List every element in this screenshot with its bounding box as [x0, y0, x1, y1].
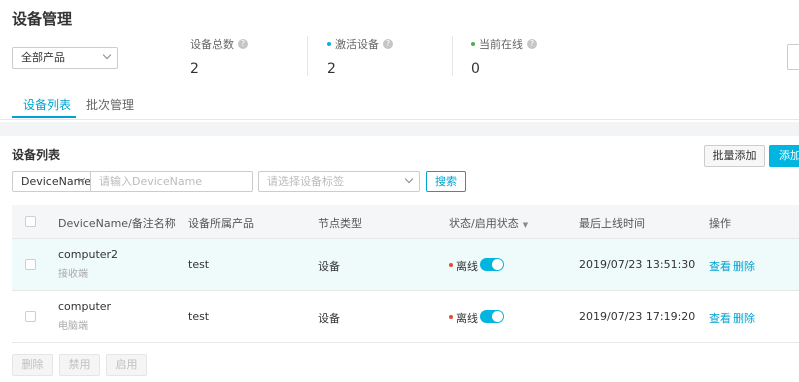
stat-label: 当前在线: [479, 38, 523, 51]
bulk-enable-button[interactable]: 启用: [106, 354, 147, 376]
page-title: 设备管理: [12, 10, 73, 28]
toggle-knob: [492, 259, 503, 270]
list-title: 设备列表: [12, 148, 61, 162]
overflow-button[interactable]: [787, 44, 799, 70]
delete-link[interactable]: 删除: [733, 310, 755, 326]
table-row: computer2 接收端 test 设备 离线 2019/07/23 13:5…: [12, 239, 799, 291]
device-remark: 电脑端: [58, 321, 88, 332]
stat-value: 0: [471, 61, 480, 77]
stat-label: 设备总数: [190, 38, 234, 51]
stat-active-devices: 激活设备 ? 2: [327, 36, 393, 77]
delete-link[interactable]: 删除: [733, 258, 755, 274]
status-dot: [471, 42, 475, 46]
product-filter-select[interactable]: 全部产品: [12, 47, 118, 69]
divider: [452, 36, 453, 76]
device-tag-select[interactable]: 请选择设备标签: [258, 171, 420, 192]
column-header-actions: 操作: [709, 217, 731, 230]
device-product: test: [188, 310, 210, 323]
bulk-delete-button[interactable]: 删除: [12, 354, 53, 376]
enable-toggle[interactable]: [480, 258, 504, 271]
column-header-status[interactable]: 状态/启用状态 ▼: [449, 215, 528, 231]
stat-value: 2: [190, 61, 199, 77]
divider: [307, 36, 308, 76]
device-name: computer: [58, 300, 112, 313]
batch-add-button[interactable]: 批量添加: [704, 145, 765, 167]
search-button[interactable]: 搜索: [426, 171, 466, 192]
view-link[interactable]: 查看: [709, 310, 731, 326]
column-header-status-label: 状态/启用状态: [449, 217, 519, 230]
chevron-down-icon: [404, 174, 414, 184]
device-product: test: [188, 258, 210, 271]
column-header-last-online: 最后上线时间: [579, 217, 645, 230]
stat-value: 2: [327, 61, 336, 77]
sort-down-icon: ▼: [522, 221, 529, 229]
last-online-time: 2019/07/23 13:51:30: [579, 258, 696, 271]
section-gap: [0, 122, 799, 136]
status-text: 离线: [456, 260, 478, 273]
column-header-product: 设备所属产品: [188, 217, 254, 230]
row-checkbox[interactable]: [25, 311, 36, 322]
offline-dot: [449, 263, 453, 267]
stat-label: 激活设备: [335, 38, 379, 51]
last-online-time: 2019/07/23 17:19:20: [579, 310, 696, 323]
overview-panel: 设备管理 全部产品 设备总数 ? 2 激活设备 ? 2 当前在线 ? 0 设备列…: [0, 0, 799, 122]
column-header-node-type: 节点类型: [318, 217, 362, 230]
table-row: computer 电脑端 test 设备 离线 2019/07/23 17:19…: [12, 291, 799, 343]
offline-dot: [449, 315, 453, 319]
node-type: 设备: [318, 260, 340, 273]
node-type: 设备: [318, 312, 340, 325]
tab-batch-management[interactable]: 批次管理: [86, 96, 134, 113]
select-all-checkbox[interactable]: [25, 216, 36, 227]
stat-total-devices: 设备总数 ? 2: [190, 36, 248, 77]
help-icon[interactable]: ?: [527, 39, 537, 49]
help-icon[interactable]: ?: [383, 39, 393, 49]
product-filter-value: 全部产品: [21, 51, 65, 64]
device-name: computer2: [58, 248, 119, 261]
add-device-button[interactable]: 添加: [769, 145, 799, 167]
enable-toggle[interactable]: [480, 310, 504, 323]
tab-bar: 设备列表 批次管理: [0, 88, 799, 120]
table-header: DeviceName/备注名称 设备所属产品 节点类型 状态/启用状态 ▼ 最后上…: [12, 205, 799, 239]
toggle-knob: [492, 311, 503, 322]
active-tab-indicator: [12, 116, 76, 118]
stat-online-devices: 当前在线 ? 0: [471, 36, 537, 77]
chevron-down-icon: [102, 50, 112, 60]
row-checkbox[interactable]: [25, 259, 36, 270]
device-remark: 接收端: [58, 269, 88, 280]
status-dot: [327, 42, 331, 46]
column-header-name: DeviceName/备注名称: [58, 217, 176, 230]
help-icon[interactable]: ?: [238, 39, 248, 49]
status-text: 离线: [456, 312, 478, 325]
tag-placeholder: 请选择设备标签: [267, 175, 344, 188]
bulk-disable-button[interactable]: 禁用: [59, 354, 100, 376]
tab-device-list[interactable]: 设备列表: [23, 96, 71, 113]
search-field-select[interactable]: DeviceName: [12, 171, 91, 192]
view-link[interactable]: 查看: [709, 258, 731, 274]
device-name-input[interactable]: [90, 171, 253, 192]
